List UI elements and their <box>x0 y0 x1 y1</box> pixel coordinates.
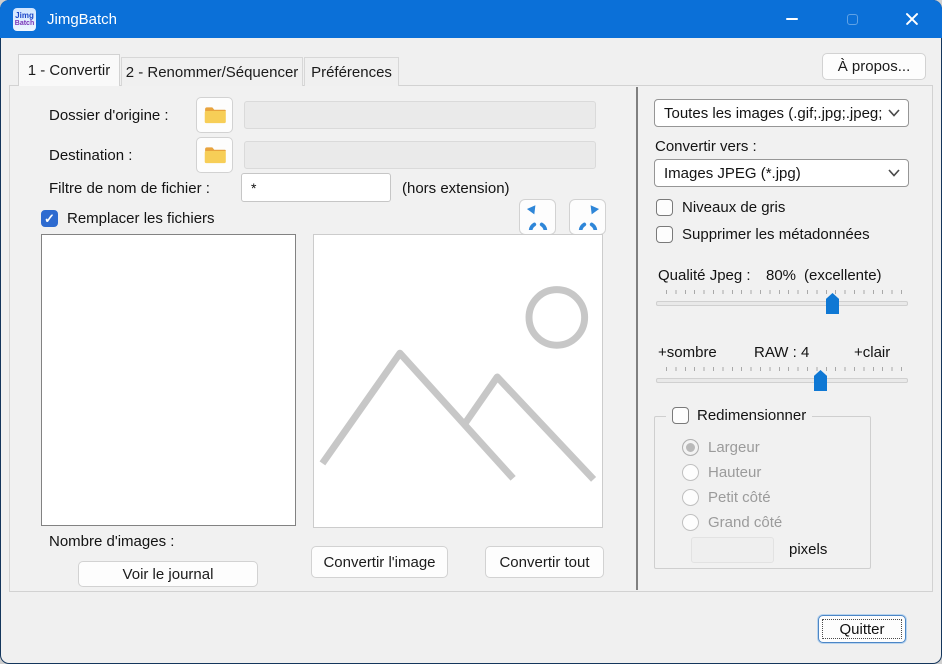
image-placeholder-icon <box>319 286 597 482</box>
raw-slider-track[interactable] <box>656 378 908 383</box>
tab-preferences-label: Préférences <box>311 63 392 81</box>
window-title: JimgBatch <box>47 10 118 28</box>
strip-metadata-checkbox[interactable]: Supprimer les métadonnées <box>656 226 870 243</box>
quality-slider-thumb[interactable] <box>826 293 839 314</box>
replace-files-checkbox[interactable]: Remplacer les fichiers <box>41 210 215 227</box>
resize-group: Redimensionner Largeur Hauteur Petit côt… <box>654 407 871 569</box>
output-format-select[interactable]: Images JPEG (*.jpg) <box>654 159 909 187</box>
radio-largeur[interactable]: Largeur <box>682 439 760 456</box>
tab-renommer-label: 2 - Renommer/Séquencer <box>125 63 299 81</box>
about-button[interactable]: À propos... <box>822 53 926 80</box>
minimize-icon <box>786 18 798 20</box>
convert-tab-page: Dossier d'origine : Destination : Filtre… <box>9 85 933 592</box>
tab-renommer-sequencer[interactable]: 2 - Renommer/Séquencer <box>121 57 303 86</box>
jpeg-quality-label: Qualité Jpeg : <box>658 267 751 284</box>
radio-unselected-icon <box>682 489 699 506</box>
raw-value-label: RAW : 4 <box>754 344 810 361</box>
filter-hint-label: (hors extension) <box>402 180 510 197</box>
checkbox-checked-icon <box>41 210 58 227</box>
radio-unselected-icon <box>682 464 699 481</box>
radio-hauteur[interactable]: Hauteur <box>682 464 761 481</box>
resize-label: Redimensionner <box>697 407 807 424</box>
chevron-down-icon <box>888 109 900 117</box>
replace-files-label: Remplacer les fichiers <box>67 210 215 227</box>
jpeg-quality-value: 80% <box>766 267 797 284</box>
folder-icon <box>204 147 226 164</box>
radio-grand-cote[interactable]: Grand côté <box>682 514 782 531</box>
close-button[interactable] <box>882 0 942 38</box>
input-format-value: Toutes les images (.gif;.jpg;.jpeg;.jp <box>664 104 882 122</box>
raw-darker-label: +sombre <box>658 344 717 361</box>
convert-all-button[interactable]: Convertir tout <box>485 546 604 578</box>
maximize-button <box>822 0 882 38</box>
chevron-down-icon <box>888 169 900 177</box>
radio-selected-icon <box>682 439 699 456</box>
quit-button[interactable]: Quitter <box>818 615 906 643</box>
filename-filter-label: Filtre de nom de fichier : <box>49 180 210 197</box>
radio-petit-cote[interactable]: Petit côté <box>682 489 771 506</box>
pixels-label: pixels <box>789 541 828 558</box>
image-count-label: Nombre d'images : <box>49 533 175 550</box>
grayscale-label: Niveaux de gris <box>682 199 786 216</box>
app-icon: Jimg Batch <box>13 7 36 31</box>
minimize-button[interactable] <box>762 0 822 38</box>
source-folder-field <box>244 101 596 129</box>
convert-image-button[interactable]: Convertir l'image <box>311 546 448 578</box>
radio-petit-cote-label: Petit côté <box>708 489 771 506</box>
checkbox-unchecked-icon <box>656 199 673 216</box>
app-icon-text-bottom: Batch <box>14 19 35 27</box>
window-controls <box>762 0 942 38</box>
source-folder-label: Dossier d'origine : <box>49 107 169 124</box>
radio-unselected-icon <box>682 514 699 531</box>
title-bar: Jimg Batch JimgBatch <box>0 0 942 38</box>
tab-convertir-label: 1 - Convertir <box>27 62 111 79</box>
grayscale-checkbox[interactable]: Niveaux de gris <box>656 199 785 216</box>
rotate-clockwise-icon <box>578 205 599 230</box>
resize-pixels-input <box>691 537 774 563</box>
radio-grand-cote-label: Grand côté <box>708 514 783 531</box>
destination-field <box>244 141 596 169</box>
rotate-left-button[interactable] <box>519 199 556 235</box>
checkbox-unchecked-icon <box>672 407 689 424</box>
output-format-value: Images JPEG (*.jpg) <box>664 164 801 182</box>
raw-slider-ticks <box>666 367 908 371</box>
image-preview <box>313 234 603 528</box>
raw-lighter-label: +clair <box>854 344 891 361</box>
tab-convertir[interactable]: 1 - Convertir <box>18 54 120 86</box>
panel-divider <box>636 87 638 590</box>
quality-slider-track[interactable] <box>656 301 908 306</box>
radio-hauteur-label: Hauteur <box>708 464 762 481</box>
strip-metadata-label: Supprimer les métadonnées <box>682 226 870 243</box>
rotate-counterclockwise-icon <box>526 205 547 230</box>
tab-preferences[interactable]: Préférences <box>304 57 399 86</box>
destination-folder-button[interactable] <box>196 137 233 173</box>
view-log-button[interactable]: Voir le journal <box>78 561 258 587</box>
jpeg-quality-rating: (excellente) <box>804 267 882 284</box>
app-window: Jimg Batch JimgBatch 1 - Convertir 2 - R… <box>0 0 942 664</box>
raw-slider-thumb[interactable] <box>814 370 827 391</box>
close-icon <box>905 12 919 26</box>
file-listbox[interactable] <box>41 234 296 526</box>
resize-checkbox[interactable]: Redimensionner <box>666 407 813 424</box>
rotate-right-button[interactable] <box>569 199 606 235</box>
convert-to-label: Convertir vers : <box>655 138 757 155</box>
source-folder-button[interactable] <box>196 97 233 133</box>
maximize-icon <box>846 13 858 25</box>
destination-label: Destination : <box>49 147 133 164</box>
checkbox-unchecked-icon <box>656 226 673 243</box>
folder-icon <box>204 107 226 124</box>
quality-slider-ticks <box>666 290 908 294</box>
input-format-select[interactable]: Toutes les images (.gif;.jpg;.jpeg;.jp <box>654 99 909 127</box>
filename-filter-input[interactable] <box>241 173 391 202</box>
app-icon-text-top: Jimg <box>15 10 34 20</box>
radio-largeur-label: Largeur <box>708 439 760 456</box>
